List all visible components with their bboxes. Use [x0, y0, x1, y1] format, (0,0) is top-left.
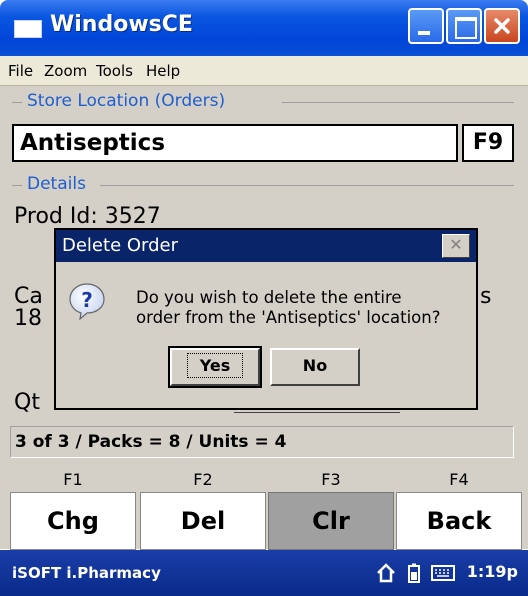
prod-id-label: Prod Id: 3527 — [14, 204, 161, 229]
minimize-button[interactable] — [408, 8, 444, 44]
detail-partial-value: 18 — [14, 306, 42, 331]
menu-tools[interactable]: Tools — [96, 62, 133, 80]
detail-partial-right: s — [480, 284, 492, 309]
menu-zoom[interactable]: Zoom — [44, 62, 87, 80]
qty-label: Qt — [14, 390, 40, 415]
order-summary-status: 3 of 3 / Packs = 8 / Units = 4 — [10, 426, 514, 458]
dialog-message: Do you wish to delete the entire order f… — [136, 288, 441, 328]
keyboard-icon[interactable] — [431, 564, 456, 582]
title-bar: WindowsCE — [0, 0, 528, 56]
group-border — [282, 102, 514, 103]
home-icon[interactable] — [376, 562, 396, 583]
fkey-label-f3: F3 — [321, 470, 341, 489]
group-border — [100, 185, 514, 186]
delete-order-dialog: Delete Order ✕ ? Do you wish to delete t… — [54, 228, 478, 410]
question-icon: ? — [69, 283, 105, 320]
details-legend: Details — [24, 174, 89, 194]
dialog-close-button[interactable]: ✕ — [442, 234, 470, 258]
yes-button-label: Yes — [186, 353, 244, 378]
yes-button[interactable]: Yes — [168, 346, 262, 388]
fkey-label-f1: F1 — [63, 470, 83, 489]
system-tray: 1:19p — [376, 562, 518, 583]
svg-text:?: ? — [81, 288, 93, 312]
close-button[interactable] — [484, 8, 520, 44]
clock[interactable]: 1:19p — [467, 562, 518, 581]
clr-button[interactable]: Clr — [268, 492, 394, 550]
qty-field[interactable] — [234, 412, 400, 413]
window-icon — [14, 20, 42, 38]
menu-file[interactable]: File — [8, 62, 33, 80]
maximize-button[interactable] — [446, 8, 482, 44]
fkey-label-f2: F2 — [193, 470, 213, 489]
battery-icon[interactable] — [407, 563, 420, 583]
close-icon — [494, 18, 510, 34]
menu-help[interactable]: Help — [146, 62, 180, 80]
store-location-field[interactable]: Antiseptics — [12, 124, 458, 162]
taskbar-app-name[interactable]: iSOFT i.Pharmacy — [12, 564, 161, 582]
group-border — [12, 185, 22, 186]
window-title: WindowsCE — [50, 12, 193, 37]
group-border — [12, 102, 22, 103]
dialog-message-line: Do you wish to delete the entire — [136, 288, 402, 307]
menu-bar: File Zoom Tools Help — [0, 56, 528, 86]
f9-lookup-button[interactable]: F9 — [462, 124, 514, 162]
back-button[interactable]: Back — [396, 492, 522, 550]
dialog-title: Delete Order — [56, 230, 476, 262]
chg-button[interactable]: Chg — [10, 492, 136, 550]
store-location-legend: Store Location (Orders) — [24, 91, 229, 111]
no-button[interactable]: No — [270, 348, 360, 386]
taskbar: iSOFT i.Pharmacy 1:19p — [0, 550, 528, 596]
fkey-label-f4: F4 — [449, 470, 469, 489]
del-button[interactable]: Del — [140, 492, 266, 550]
dialog-message-line: order from the 'Antiseptics' location? — [136, 308, 441, 327]
